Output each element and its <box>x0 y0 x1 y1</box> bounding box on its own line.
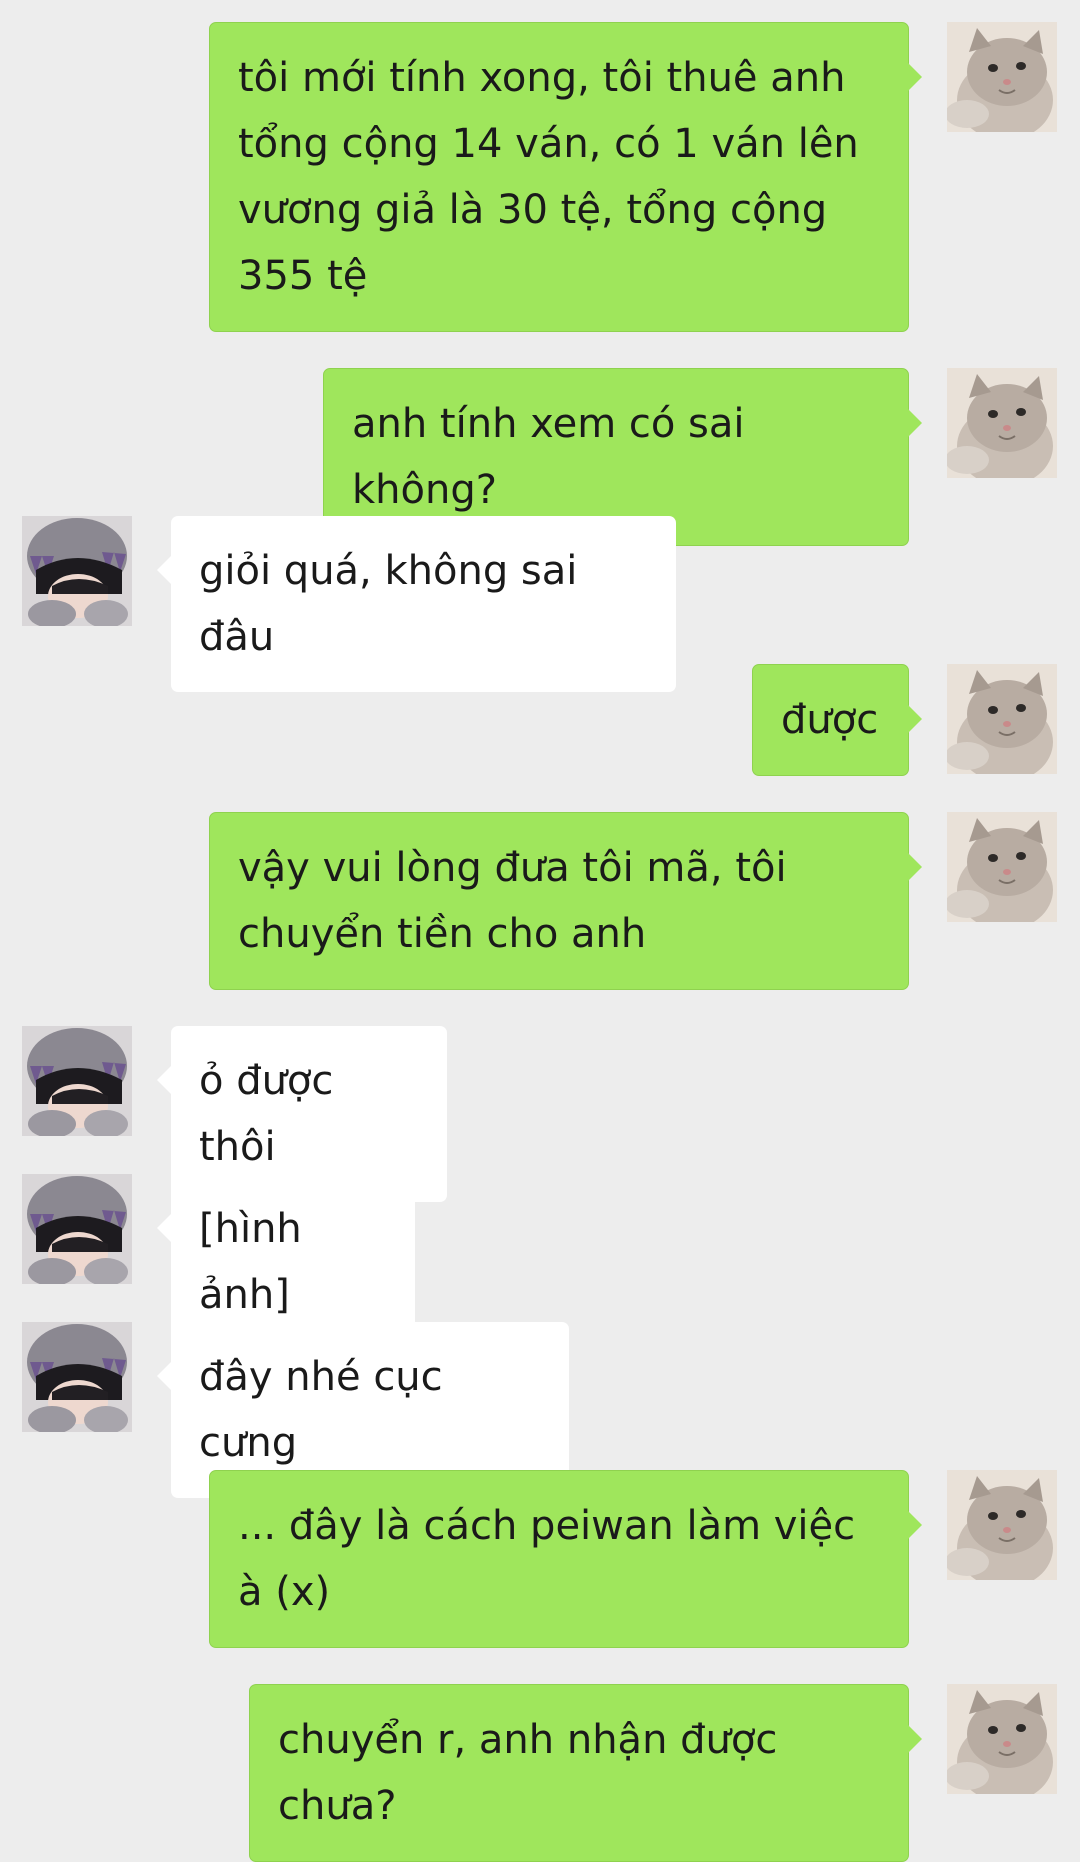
message-bubble-outgoing[interactable]: chuyển r, anh nhận được chưa? <box>249 1684 922 1862</box>
cat-avatar-icon[interactable] <box>947 368 1057 478</box>
message-bubble-incoming[interactable]: giỏi quá, không sai đâu <box>157 516 676 692</box>
cat-avatar-icon[interactable] <box>947 22 1057 132</box>
chat-message-list[interactable]: tôi mới tính xong, tôi thuê anh tổng cộn… <box>0 0 1080 1862</box>
cat-avatar-icon[interactable] <box>947 1470 1057 1580</box>
person-hoodie-avatar-icon[interactable] <box>22 1322 132 1432</box>
cat-avatar-icon[interactable] <box>947 1684 1057 1794</box>
message-bubble-outgoing[interactable]: được <box>752 664 922 776</box>
cat-avatar-icon[interactable] <box>947 664 1057 774</box>
person-hoodie-avatar-icon[interactable] <box>22 516 132 626</box>
message-bubble-outgoing[interactable]: ... đây là cách peiwan làm việc à (x) <box>209 1470 922 1648</box>
message-bubble-outgoing[interactable]: vậy vui lòng đưa tôi mã, tôi chuyển tiền… <box>209 812 922 990</box>
cat-avatar-icon[interactable] <box>947 812 1057 922</box>
person-hoodie-avatar-icon[interactable] <box>22 1174 132 1284</box>
person-hoodie-avatar-icon[interactable] <box>22 1026 132 1136</box>
message-bubble-outgoing[interactable]: tôi mới tính xong, tôi thuê anh tổng cộn… <box>209 22 922 332</box>
